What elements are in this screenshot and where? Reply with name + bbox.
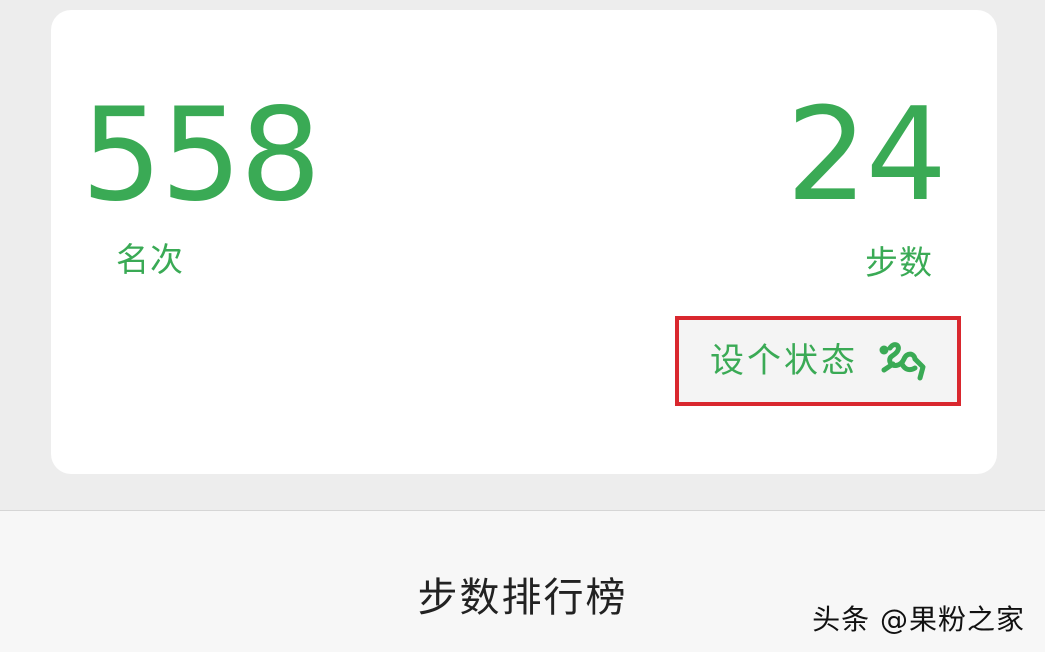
rank-label: 名次 [116, 240, 184, 279]
step-summary-card: 558 名次 24 步数 设个状态 [51, 10, 997, 474]
steps-label: 步数 [865, 243, 933, 282]
set-status-label: 设个状态 [710, 341, 858, 381]
steps-value: 24 [786, 81, 947, 230]
rank-value: 558 [81, 81, 321, 230]
running-person-icon [879, 342, 926, 381]
leaderboard-panel: 步数排行榜 头条 @果粉之家 [0, 510, 1045, 652]
source-watermark: 头条 @果粉之家 [812, 603, 1025, 636]
set-status-button[interactable]: 设个状态 [675, 316, 961, 406]
